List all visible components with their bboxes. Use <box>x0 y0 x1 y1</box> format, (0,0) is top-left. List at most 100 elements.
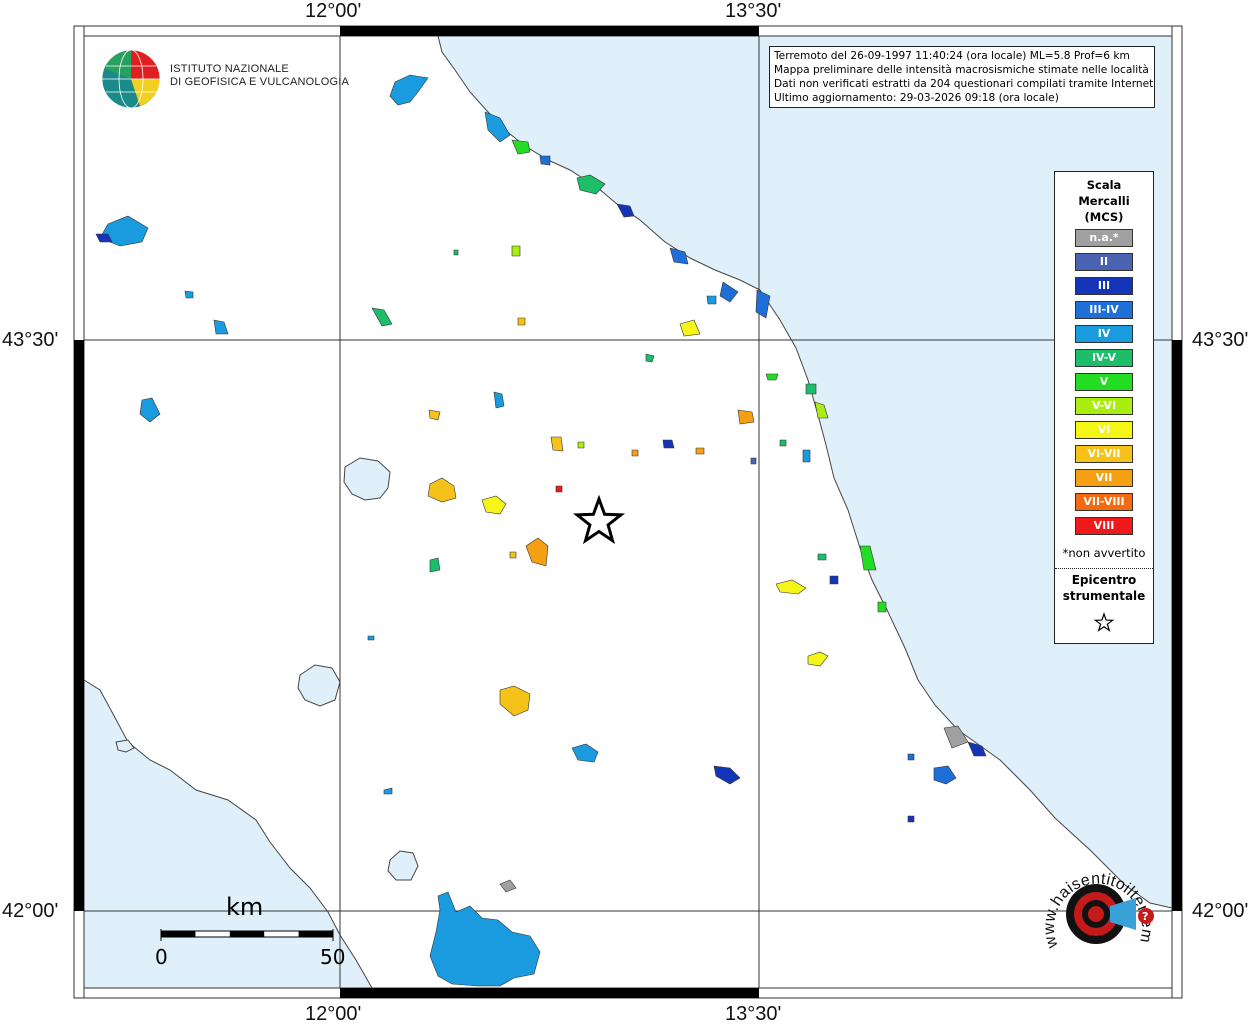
locality <box>517 317 526 326</box>
locality <box>817 553 827 561</box>
scale-bar: km 0 50 <box>150 893 350 973</box>
locality <box>555 485 563 493</box>
logo-question-mark-icon: ? <box>1142 910 1148 923</box>
lon-label-top-left: 12°00' <box>305 0 362 22</box>
lon-label-bottom-left: 12°00' <box>305 1003 362 1025</box>
info-line-3: Dati non verificati estratti da 204 ques… <box>774 78 1155 90</box>
legend-swatch: VI <box>1075 421 1133 439</box>
locality <box>511 139 531 155</box>
legend-title-1: Scala <box>1086 178 1122 192</box>
locality <box>631 449 639 457</box>
locality <box>706 295 717 305</box>
legend-title: Scala Mercalli (MCS) <box>1055 177 1153 225</box>
legend-swatch: VIII <box>1075 517 1133 535</box>
lon-label-top-right: 13°30' <box>725 0 782 22</box>
locality <box>453 249 459 256</box>
locality <box>511 245 521 257</box>
scale-unit: km <box>226 893 264 921</box>
intensity-legend: Scala Mercalli (MCS) n.a.* II III III-IV IV I… <box>1054 171 1154 644</box>
locality <box>933 765 957 785</box>
legend-swatch: VII <box>1075 469 1133 487</box>
locality <box>427 477 457 503</box>
locality <box>877 601 887 613</box>
locality <box>139 397 161 423</box>
locality <box>550 436 564 452</box>
locality <box>481 495 507 515</box>
scale-min-label: 0 <box>155 945 168 969</box>
legend-swatch: III <box>1075 277 1133 295</box>
lat-label-left-bottom: 42°00' <box>2 900 59 922</box>
legend-swatch: II <box>1075 253 1133 271</box>
info-line-4: Ultimo aggiornamento: 29-03-2026 09:18 (… <box>774 92 1059 104</box>
legend-title-3: (MCS) <box>1084 210 1124 224</box>
institute-name: ISTITUTO NAZIONALE DI GEOFISICA E VULCAN… <box>170 63 349 89</box>
locality <box>779 439 787 447</box>
legend-epicenter-2: strumentale <box>1062 589 1146 603</box>
locality <box>428 409 441 421</box>
institute-line-1: ISTITUTO NAZIONALE <box>170 63 289 75</box>
locality <box>509 551 517 559</box>
locality <box>493 391 505 409</box>
legend-swatch: IV <box>1075 325 1133 343</box>
sea-areas <box>83 35 1173 989</box>
locality <box>383 787 393 795</box>
legend-epicenter-1: Epicentro <box>1071 573 1137 587</box>
locality <box>829 575 839 585</box>
legend-star-icon <box>1093 612 1115 632</box>
locality <box>539 155 551 166</box>
legend-title-2: Mercalli <box>1078 194 1130 208</box>
legend-swatch: n.a.* <box>1075 229 1133 247</box>
locality <box>429 557 441 573</box>
lake-vico <box>387 850 419 881</box>
locality <box>907 815 915 823</box>
lat-label-right-top: 43°30' <box>1192 329 1249 351</box>
legend-na-note: *non avvertito <box>1062 546 1146 560</box>
legend-swatch: III-IV <box>1075 301 1133 319</box>
locality <box>184 290 194 299</box>
locality <box>367 635 375 641</box>
locality <box>577 441 585 449</box>
lake-trasimeno <box>343 457 391 501</box>
event-info-box: Terremoto del 26-09-1997 11:40:24 (ora l… <box>769 46 1155 108</box>
lon-label-bottom-right: 13°30' <box>725 1003 782 1025</box>
legend-swatch: VII-VIII <box>1075 493 1133 511</box>
legend-swatch: VI-VII <box>1075 445 1133 463</box>
locality <box>645 353 655 363</box>
lat-label-left-top: 43°30' <box>2 329 59 351</box>
lat-label-right-bottom: 42°00' <box>1192 900 1249 922</box>
legend-swatch: IV-V <box>1075 349 1133 367</box>
info-line-2: Mappa preliminare delle intensità macros… <box>774 64 1149 76</box>
locality <box>213 319 229 335</box>
legend-swatch: V <box>1075 373 1133 391</box>
locality <box>802 449 811 463</box>
locality <box>719 281 739 303</box>
ingv-globe-icon <box>101 49 161 109</box>
haisentito-logo: www.haisentitoilterremoto.it ? <box>1038 856 1155 951</box>
legend-swatch: V-VI <box>1075 397 1133 415</box>
locality <box>805 383 817 395</box>
institute-line-2: DI GEOFISICA E VULCANOLOGIA <box>170 76 349 88</box>
locality <box>389 74 429 106</box>
locality <box>750 457 757 465</box>
legend-epicenter-label: Epicentro strumentale <box>1055 572 1153 604</box>
locality <box>775 579 807 595</box>
locality <box>525 537 549 567</box>
legend-separator <box>1055 568 1153 569</box>
locality <box>499 879 517 893</box>
locality <box>662 439 675 449</box>
locality <box>907 753 915 761</box>
epicenter-star-icon <box>572 494 626 545</box>
lake-bolsena <box>297 664 341 707</box>
locality <box>499 685 531 717</box>
locality <box>765 373 779 381</box>
locality <box>737 409 755 425</box>
locality <box>679 319 701 337</box>
locality <box>695 447 705 455</box>
locality <box>371 307 393 327</box>
locality <box>571 743 599 763</box>
locality <box>713 765 741 785</box>
scale-max-label: 50 <box>320 945 346 969</box>
info-line-1: Terremoto del 26-09-1997 11:40:24 (ora l… <box>774 50 1130 62</box>
locality <box>429 891 541 987</box>
locality <box>807 651 829 667</box>
